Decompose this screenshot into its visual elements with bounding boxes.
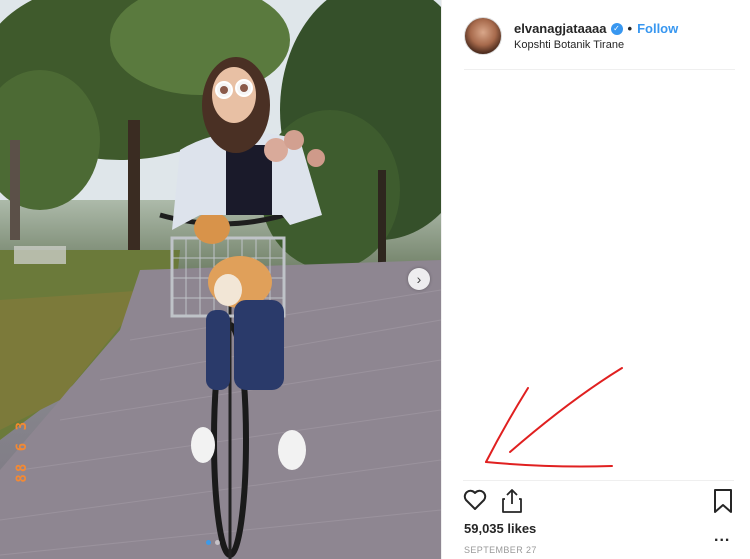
- follow-button[interactable]: Follow: [637, 21, 678, 36]
- username-link[interactable]: elvanagjataaaa: [514, 21, 607, 36]
- user-line: elvanagjataaaa ✓ • Follow: [514, 21, 678, 36]
- chevron-right-icon: ›: [416, 271, 422, 287]
- carousel-dot-active: [206, 540, 211, 545]
- location-link[interactable]: Kopshti Botanik Tirane: [514, 39, 678, 51]
- verified-icon: ✓: [610, 22, 623, 35]
- bookmark-icon[interactable]: [712, 488, 734, 514]
- more-icon[interactable]: ...: [714, 528, 730, 546]
- carousel-indicator: [206, 540, 220, 545]
- avatar[interactable]: [464, 17, 502, 55]
- separator-dot: •: [627, 21, 633, 36]
- header-divider: [464, 69, 735, 70]
- annotation-arrow: [485, 367, 623, 468]
- likes-count[interactable]: 59,035 likes: [464, 521, 536, 536]
- post-photo[interactable]: 88 6 3 ›: [0, 0, 441, 559]
- photo-scene: [0, 0, 441, 559]
- photo-date-stamp: 88 6 3: [14, 420, 30, 483]
- carousel-next-button[interactable]: ›: [408, 268, 430, 290]
- actions-divider: [463, 480, 734, 481]
- post-header: elvanagjataaaa ✓ • Follow Kopshti Botani…: [464, 14, 741, 58]
- share-icon[interactable]: [500, 488, 524, 514]
- user-info: elvanagjataaaa ✓ • Follow Kopshti Botani…: [514, 21, 678, 51]
- post-date: SEPTEMBER 27: [464, 545, 537, 555]
- action-bar: [462, 488, 738, 518]
- carousel-dot: [215, 540, 220, 545]
- heart-icon[interactable]: [462, 488, 488, 512]
